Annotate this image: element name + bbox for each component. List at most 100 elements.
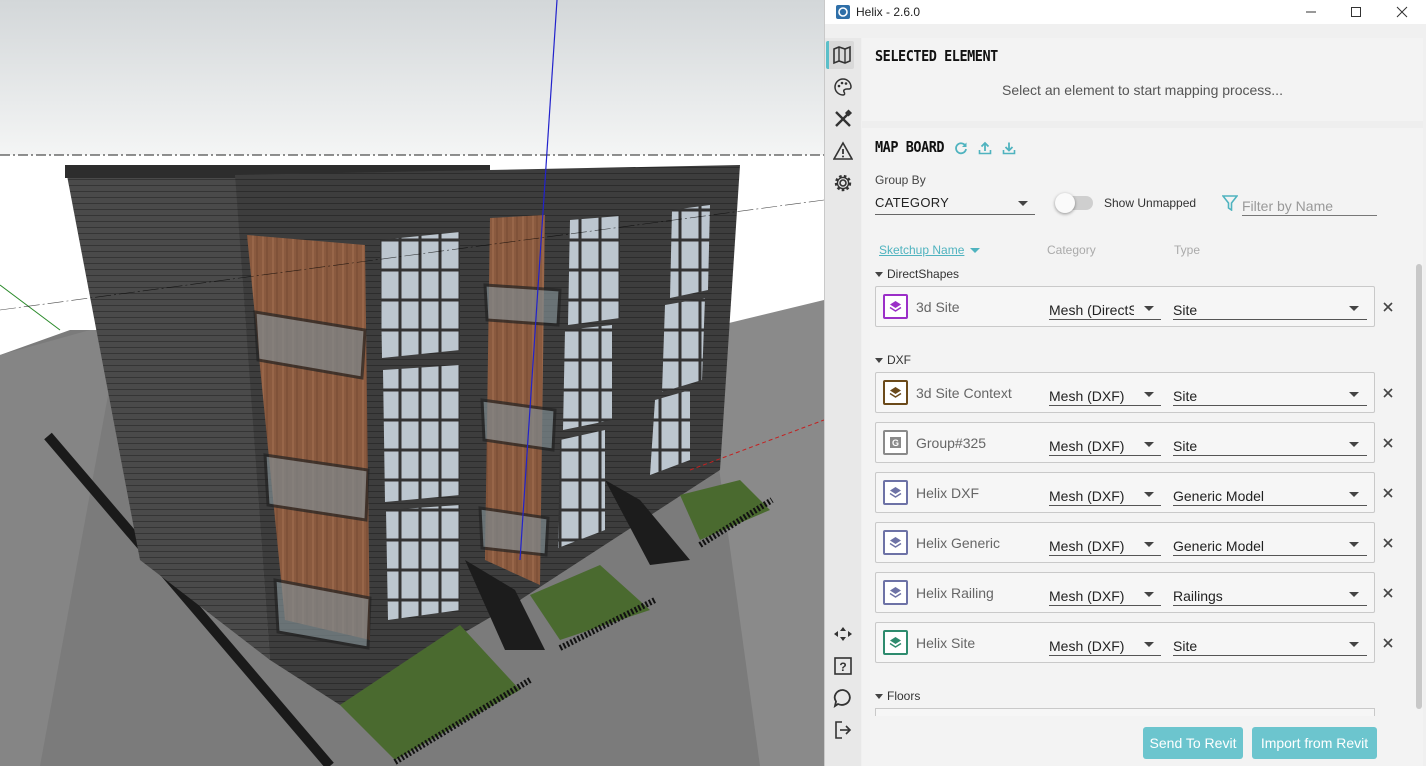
mapping-row[interactable]: 3d Site Context Mesh (DXF) Site — [875, 372, 1375, 413]
chevron-down-icon — [1349, 442, 1359, 447]
mapping-row[interactable]: Helix DXF Mesh (DXF) Generic Model — [875, 472, 1375, 513]
column-header-sketchup-name[interactable]: Sketchup Name — [879, 243, 964, 257]
type-select[interactable]: Railings — [1173, 585, 1367, 606]
row-sketchup-name: Helix Railing — [916, 585, 994, 601]
type-select[interactable]: Site — [1173, 635, 1367, 656]
mapping-row[interactable]: G Group#325 Mesh (DXF) Site — [875, 422, 1375, 463]
group-header-directshapes[interactable]: DirectShapes — [875, 267, 959, 281]
column-header-type[interactable]: Type — [1174, 243, 1200, 257]
rail-logout-button[interactable] — [829, 716, 857, 744]
rail-map-button[interactable] — [826, 41, 854, 69]
type-select[interactable]: Site — [1173, 385, 1367, 406]
category-select[interactable]: Mesh (DXF) — [1049, 635, 1161, 656]
show-unmapped-toggle[interactable] — [1055, 193, 1093, 213]
close-icon — [1396, 6, 1408, 18]
type-value: Site — [1173, 302, 1198, 318]
import-from-revit-button[interactable]: Import from Revit — [1252, 727, 1377, 759]
selected-element-message: Select an element to start mapping proce… — [1002, 82, 1283, 98]
refresh-button[interactable] — [953, 140, 969, 156]
helix-window: Helix - 2.6.0 ? SELECTED ELEMENT Select … — [824, 0, 1426, 766]
scrollbar-thumb[interactable] — [1416, 264, 1422, 709]
mapping-row[interactable]: Helix Generic Mesh (DXF) Generic Model — [875, 522, 1375, 563]
type-value: Site — [1173, 388, 1198, 404]
filter-by-name-input[interactable] — [1242, 196, 1377, 215]
group-by-select[interactable]: CATEGORY — [875, 193, 1035, 215]
rail-settings-button[interactable] — [829, 169, 857, 197]
type-select[interactable]: Site — [1173, 435, 1367, 456]
collapse-triangle-icon — [875, 693, 883, 699]
remove-mapping-button[interactable] — [1381, 586, 1395, 600]
svg-text:?: ? — [839, 660, 846, 674]
minimize-button[interactable] — [1288, 0, 1334, 24]
category-select[interactable]: Mesh (DXF) — [1049, 485, 1161, 506]
remove-mapping-button[interactable] — [1381, 436, 1395, 450]
category-select[interactable]: Mesh (DXF) — [1049, 535, 1161, 556]
layer-icon — [883, 294, 908, 319]
type-value: Railings — [1173, 588, 1223, 604]
group-by-label: Group By — [875, 173, 926, 187]
window-title: Helix - 2.6.0 — [856, 5, 921, 19]
group-by-value: CATEGORY — [875, 195, 950, 210]
tools-icon — [835, 109, 853, 127]
palette-icon — [834, 78, 852, 96]
warning-icon — [833, 141, 853, 160]
category-select[interactable]: Mesh (DXF) — [1049, 585, 1161, 606]
group-header-floors[interactable]: Floors — [875, 689, 920, 703]
upload-button[interactable] — [977, 140, 993, 156]
type-value: Generic Model — [1173, 538, 1265, 554]
filter-icon[interactable] — [1222, 195, 1238, 211]
filter-field[interactable] — [1242, 196, 1377, 216]
type-select[interactable]: Generic Model — [1173, 535, 1367, 556]
chevron-down-icon — [1349, 392, 1359, 397]
map-board-scrollbar[interactable] — [1415, 264, 1423, 716]
chevron-down-icon — [1144, 392, 1154, 397]
sort-chevron-icon[interactable] — [970, 248, 980, 253]
column-header-category[interactable]: Category — [1047, 243, 1096, 257]
chevron-down-icon — [1018, 201, 1028, 206]
remove-mapping-button[interactable] — [1381, 300, 1395, 314]
rail-tools-button[interactable] — [829, 105, 857, 133]
sketchup-viewport[interactable] — [0, 0, 824, 766]
remove-mapping-button[interactable] — [1381, 536, 1395, 550]
chevron-down-icon — [1144, 592, 1154, 597]
maximize-icon — [1351, 7, 1361, 17]
rail-help-button[interactable]: ? — [829, 652, 857, 680]
send-to-revit-button[interactable]: Send To Revit — [1143, 727, 1243, 759]
selected-element-card: SELECTED ELEMENT Select an element to st… — [862, 38, 1423, 121]
rail-navigation-button[interactable] — [829, 620, 857, 648]
row-sketchup-name: 3d Site — [916, 299, 960, 315]
group-icon: G — [883, 430, 908, 455]
row-sketchup-name: Helix Site — [916, 635, 976, 651]
maximize-button[interactable] — [1333, 0, 1379, 24]
selected-element-title: SELECTED ELEMENT — [875, 47, 998, 65]
mapping-row[interactable]: Helix Railing Mesh (DXF) Railings — [875, 572, 1375, 613]
group-name: DirectShapes — [887, 267, 960, 281]
close-window-button[interactable] — [1379, 0, 1425, 24]
type-select[interactable]: Generic Model — [1173, 485, 1367, 506]
download-button[interactable] — [1001, 140, 1017, 156]
type-select[interactable]: Site — [1173, 299, 1367, 320]
category-select[interactable]: Mesh (DirectShape) — [1049, 299, 1161, 320]
mapping-row[interactable]: Helix Site Mesh (DXF) Site — [875, 622, 1375, 663]
row-sketchup-name: Helix Generic — [916, 535, 1001, 551]
category-select[interactable]: Mesh (DXF) — [1049, 435, 1161, 456]
main-panel: SELECTED ELEMENT Select an element to st… — [862, 38, 1423, 766]
close-icon — [1383, 638, 1393, 648]
side-rail: ? — [825, 38, 861, 766]
remove-mapping-button[interactable] — [1381, 486, 1395, 500]
group-header-dxf[interactable]: DXF — [875, 353, 911, 367]
row-sketchup-name: Group#325 — [916, 435, 987, 451]
category-value: Mesh (DXF) — [1049, 638, 1125, 654]
title-bar[interactable]: Helix - 2.6.0 — [825, 0, 1426, 24]
category-select[interactable]: Mesh (DXF) — [1049, 385, 1161, 406]
chevron-down-icon — [1349, 306, 1359, 311]
remove-mapping-button[interactable] — [1381, 636, 1395, 650]
rail-chat-button[interactable] — [829, 684, 857, 712]
mapping-row[interactable]: 3d Site Mesh (DirectShape) Site — [875, 286, 1375, 327]
rail-palette-button[interactable] — [829, 73, 857, 101]
close-icon — [1383, 488, 1393, 498]
rail-warnings-button[interactable] — [829, 137, 857, 165]
close-icon — [1383, 438, 1393, 448]
remove-mapping-button[interactable] — [1381, 386, 1395, 400]
type-value: Generic Model — [1173, 488, 1265, 504]
